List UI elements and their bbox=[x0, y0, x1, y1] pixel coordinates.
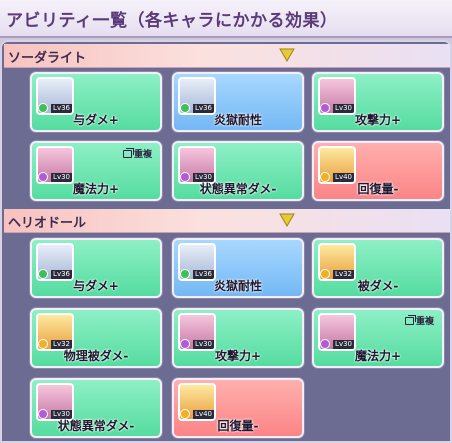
ability-panel: ソーダライト Lv36 与ダメ+ Lv36 炎獄耐性 Lv30 攻撃力+ Lv3… bbox=[0, 40, 452, 443]
character-portrait: Lv32 bbox=[36, 313, 74, 351]
ability-label: 回復量- bbox=[217, 419, 259, 433]
triangle-down-icon[interactable] bbox=[279, 48, 295, 62]
section-header-heliodor[interactable]: ヘリオドール bbox=[4, 209, 450, 233]
ability-card[interactable]: Lv36 炎獄耐性 bbox=[172, 238, 304, 298]
ability-label: 魔法力+ bbox=[354, 349, 402, 363]
ability-card[interactable]: Lv30 状態異常ダメ- bbox=[172, 141, 304, 201]
character-portrait: Lv32 bbox=[318, 243, 356, 281]
ability-card[interactable]: Lv32 被ダメ- bbox=[312, 238, 444, 298]
duplicate-label: 重複 bbox=[133, 150, 152, 160]
character-portrait: Lv36 bbox=[178, 77, 216, 115]
ability-card[interactable]: Lv30 重複 魔法力+ bbox=[30, 141, 162, 201]
ability-card[interactable]: Lv40 回復量- bbox=[172, 378, 304, 438]
section-title: ヘリオドール bbox=[8, 216, 87, 231]
character-portrait: Lv30 bbox=[318, 313, 356, 351]
character-portrait: Lv40 bbox=[178, 383, 216, 421]
ability-label: 被ダメ- bbox=[357, 279, 399, 293]
character-portrait: Lv36 bbox=[36, 243, 74, 281]
character-portrait: Lv30 bbox=[36, 146, 74, 184]
ability-card[interactable]: Lv30 状態異常ダメ- bbox=[30, 378, 162, 438]
ability-card[interactable]: Lv36 与ダメ+ bbox=[30, 72, 162, 132]
page-title: アビリティ一覧（各キャラにかかる効果） bbox=[6, 11, 338, 31]
section-title: ソーダライト bbox=[8, 51, 87, 66]
ability-label: 与ダメ+ bbox=[73, 113, 119, 127]
ability-label: 回復量- bbox=[357, 182, 399, 196]
ability-card[interactable]: Lv36 与ダメ+ bbox=[30, 238, 162, 298]
ability-card[interactable]: Lv30 攻撃力+ bbox=[172, 308, 304, 368]
triangle-down-icon[interactable] bbox=[279, 213, 295, 227]
ability-label: 炎獄耐性 bbox=[213, 279, 262, 293]
ability-card[interactable]: Lv30 攻撃力+ bbox=[312, 72, 444, 132]
character-portrait: Lv30 bbox=[36, 383, 74, 421]
ability-card[interactable]: Lv36 炎獄耐性 bbox=[172, 72, 304, 132]
ability-card[interactable]: Lv30 重複 魔法力+ bbox=[312, 308, 444, 368]
ability-label: 状態異常ダメ- bbox=[57, 419, 135, 433]
character-portrait: Lv36 bbox=[178, 243, 216, 281]
ability-card[interactable]: Lv40 回復量- bbox=[312, 141, 444, 201]
duplicate-icon bbox=[122, 147, 134, 158]
character-portrait: Lv36 bbox=[36, 77, 74, 115]
duplicate-label: 重複 bbox=[415, 317, 434, 327]
ability-label: 攻撃力+ bbox=[214, 349, 262, 363]
duplicate-badge: 重複 bbox=[404, 314, 434, 327]
duplicate-badge: 重複 bbox=[122, 147, 152, 160]
ability-label: 炎獄耐性 bbox=[213, 113, 262, 127]
duplicate-icon bbox=[404, 314, 416, 325]
ability-label: 物理被ダメ- bbox=[63, 349, 129, 363]
ability-label: 攻撃力+ bbox=[354, 113, 402, 127]
section-header-sodalite[interactable]: ソーダライト bbox=[4, 44, 450, 68]
title-bar: アビリティ一覧（各キャラにかかる効果） bbox=[0, 0, 452, 38]
ability-label: 状態異常ダメ- bbox=[199, 182, 277, 196]
ability-card[interactable]: Lv32 物理被ダメ- bbox=[30, 308, 162, 368]
character-portrait: Lv40 bbox=[318, 146, 356, 184]
ability-label: 与ダメ+ bbox=[73, 279, 119, 293]
character-portrait: Lv30 bbox=[318, 77, 356, 115]
character-portrait: Lv30 bbox=[178, 313, 216, 351]
character-portrait: Lv30 bbox=[178, 146, 216, 184]
ability-label: 魔法力+ bbox=[72, 182, 120, 196]
